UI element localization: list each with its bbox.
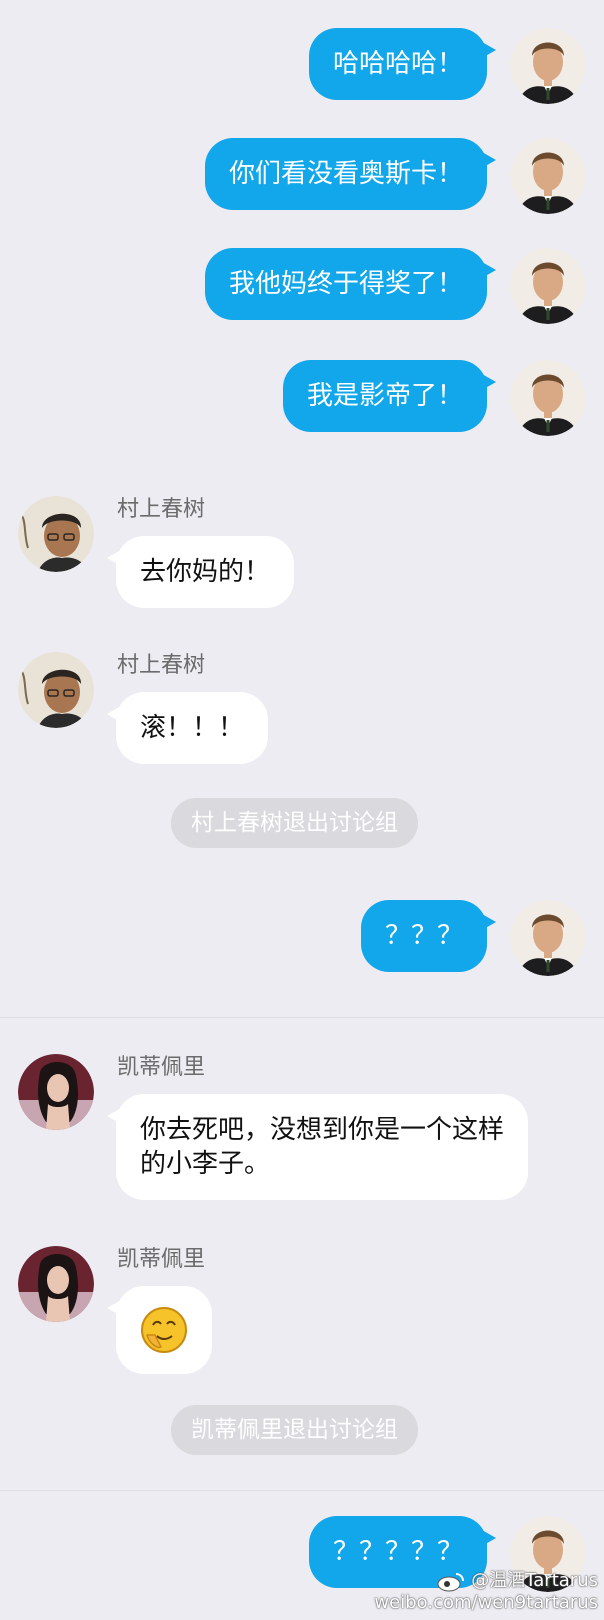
leonardo-avatar[interactable] [510, 138, 586, 214]
sender-name: 村上春树 [117, 497, 206, 522]
section-divider [0, 1490, 604, 1491]
message-row: 我是影帝了！ [0, 360, 604, 436]
leonardo-avatar[interactable] [510, 248, 586, 324]
message-row: 哈哈哈哈！ [0, 28, 604, 104]
system-notice: 村上春树退出讨论组 [171, 798, 418, 848]
murakami-avatar[interactable] [18, 496, 94, 572]
chat-transcript: 哈哈哈哈！ 你们看没看奥斯卡！ 我他妈终于得奖了！ 我是影帝了！ 村上春树 去你… [0, 0, 604, 1620]
my-message-bubble[interactable]: 你们看没看奥斯卡！ [204, 138, 497, 210]
katy-avatar[interactable] [18, 1054, 94, 1130]
their-message-bubble[interactable]: 去你妈的！ [106, 536, 295, 608]
message-row: ？？？ [0, 900, 604, 976]
their-message-bubble[interactable] [107, 1286, 212, 1374]
message-row: 你们看没看奥斯卡！ [0, 138, 604, 214]
message-row: 村上春树 滚！！！ [0, 652, 604, 772]
their-message-bubble[interactable]: 滚！！！ [106, 692, 269, 764]
message-row: 凯蒂佩里 [0, 1246, 604, 1386]
watermark: @温酒Tartarus weibo.com/wen9tartarus [374, 1570, 598, 1614]
message-row: 我他妈终于得奖了！ [0, 248, 604, 324]
system-notice: 凯蒂佩里退出讨论组 [171, 1405, 418, 1455]
katy-avatar[interactable] [18, 1246, 94, 1322]
watermark-handle: @温酒Tartarus [471, 1570, 598, 1591]
my-message-bubble[interactable]: ？？？ [360, 900, 497, 972]
murakami-avatar[interactable] [18, 652, 94, 728]
leonardo-avatar[interactable] [510, 28, 586, 104]
message-row: 凯蒂佩里 你去死吧，没想到你是一个这样的小李子。 [0, 1054, 604, 1214]
sender-name: 村上春树 [117, 653, 206, 678]
watermark-url: weibo.com/wen9tartarus [374, 1592, 598, 1613]
leonardo-avatar[interactable] [510, 360, 586, 436]
message-row: 村上春树 去你妈的！ [0, 496, 604, 616]
sender-name: 凯蒂佩里 [117, 1247, 206, 1272]
my-message-bubble[interactable]: 哈哈哈哈！ [308, 28, 497, 100]
weibo-icon [437, 1573, 465, 1592]
my-message-bubble[interactable]: 我是影帝了！ [282, 360, 497, 432]
section-divider [0, 1017, 604, 1018]
leonardo-avatar[interactable] [510, 900, 586, 976]
smirk-emoji-icon [141, 1307, 187, 1353]
sender-name: 凯蒂佩里 [117, 1055, 206, 1080]
their-message-bubble[interactable]: 你去死吧，没想到你是一个这样的小李子。 [107, 1094, 528, 1200]
my-message-bubble[interactable]: 我他妈终于得奖了！ [204, 248, 497, 320]
